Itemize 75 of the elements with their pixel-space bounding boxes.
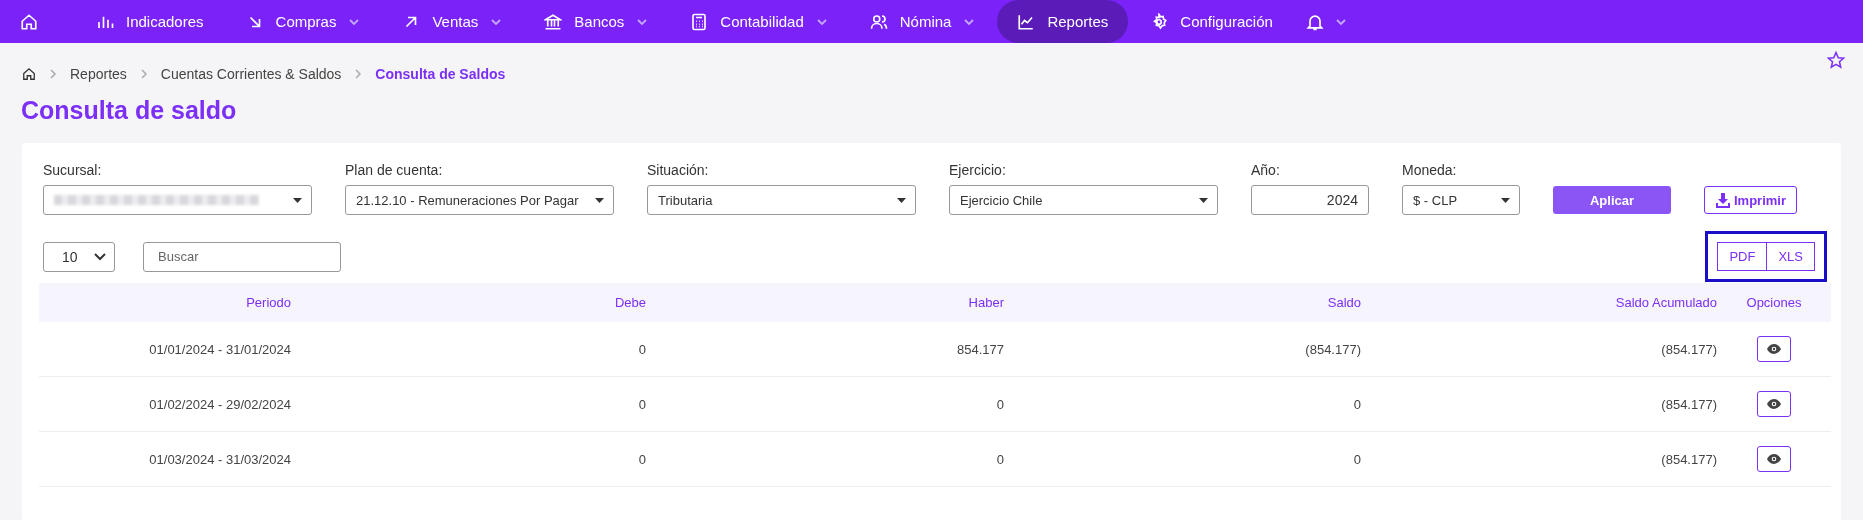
table-cell-text: (854.177) — [1660, 451, 1717, 467]
field-label: Situación: — [647, 162, 710, 178]
apply-button[interactable]: Aplicar — [1553, 186, 1671, 214]
table-cell-text: 0 — [1352, 451, 1361, 467]
nav-menu-item[interactable]: Compras — [225, 0, 381, 43]
nav-menu-item[interactable]: Bancos — [524, 0, 669, 43]
nav-menu-item[interactable]: Indicadores — [76, 0, 224, 43]
field-label: Año: — [1251, 162, 1281, 178]
table-cell-text: 01/01/2024 - 31/01/2024 — [148, 341, 291, 357]
table-cell-text: 01/03/2024 - 31/03/2024 — [148, 451, 291, 467]
table-cell-text: 854.177 — [956, 341, 1004, 357]
chevron-right-icon — [353, 69, 364, 79]
view-button[interactable] — [1757, 391, 1791, 417]
field-label: Ejercicio: — [949, 162, 1007, 178]
table-cell-text: 0 — [637, 451, 646, 467]
star-icon[interactable] — [1827, 51, 1845, 69]
eye-icon — [1767, 454, 1781, 464]
nav-menu-item[interactable]: Nómina — [849, 0, 996, 43]
input-field[interactable]: 2024 — [1251, 185, 1369, 215]
view-button[interactable] — [1757, 336, 1791, 362]
download-icon — [1715, 192, 1731, 208]
column-header: Saldo Acumulado — [1614, 295, 1717, 310]
nav-menu-item[interactable]: Ventas — [382, 0, 523, 43]
caret-icon — [595, 197, 604, 203]
column-header: Haber — [967, 295, 1004, 310]
chevron-right-icon — [48, 69, 58, 79]
table-cell-text: 0 — [995, 451, 1004, 467]
nav-menu-item[interactable]: Contabilidad — [670, 0, 848, 43]
table-cell-text: (854.177) — [1304, 341, 1361, 357]
eye-icon — [1767, 344, 1781, 354]
column-header: Opciones — [1745, 295, 1803, 310]
column-header: Periodo — [245, 295, 291, 310]
search-field[interactable]: Buscar — [143, 241, 341, 272]
view-button[interactable] — [1757, 446, 1791, 472]
eye-icon — [1767, 399, 1781, 409]
field-label: Moneda: — [1402, 162, 1458, 178]
bank-icon — [544, 12, 563, 31]
table-cell-text: (854.177) — [1660, 396, 1717, 412]
select-field[interactable]: Tributaria — [647, 185, 916, 215]
current-page-label: Consulta de Saldos — [375, 66, 506, 82]
select-field[interactable]: $ - CLP — [1402, 185, 1520, 215]
table-cell-text: 0 — [995, 396, 1004, 412]
chevron-right-icon — [138, 69, 149, 79]
nav-menu-item[interactable]: Configuración — [1130, 0, 1293, 43]
export-button[interactable]: PDF — [1717, 242, 1768, 271]
field-label: Plan de cuenta: — [345, 162, 444, 178]
column-header: Saldo — [1326, 295, 1361, 310]
gear-icon — [1150, 12, 1169, 31]
home-icon — [20, 12, 38, 31]
users-icon — [869, 12, 888, 31]
export-button[interactable]: XLS — [1767, 242, 1815, 271]
caret-icon — [1199, 197, 1208, 203]
field-label: Sucursal: — [43, 162, 103, 178]
select-field[interactable]: 21.12.10 - Remuneraciones Por Pagar — [345, 185, 614, 215]
breadcrumb-link[interactable]: Reportes — [70, 66, 127, 82]
caret-icon — [293, 197, 302, 203]
breadcrumb-link[interactable]: Cuentas Corrientes & Saldos — [160, 66, 342, 82]
home-icon[interactable] — [22, 67, 36, 81]
column-header: Debe — [613, 295, 646, 310]
nav-menu-item[interactable]: Reportes — [997, 0, 1129, 43]
select-field[interactable] — [43, 185, 312, 215]
caret-icon — [1501, 197, 1510, 203]
chevron-down-icon — [94, 252, 106, 261]
table-cell-text: 0 — [637, 341, 646, 357]
calculator-icon — [690, 12, 709, 31]
table-cell-text: 01/02/2024 - 29/02/2024 — [148, 396, 291, 412]
table-cell-text: (854.177) — [1660, 341, 1717, 357]
print-button[interactable]: Imprimir — [1704, 186, 1797, 214]
page-size-select[interactable]: 10 — [43, 241, 115, 272]
page-title: Consulta de saldo — [21, 96, 238, 125]
table-cell-text: 0 — [1352, 396, 1361, 412]
line-chart-icon — [1017, 12, 1036, 31]
caret-icon — [897, 197, 906, 203]
table-cell-text: 0 — [637, 396, 646, 412]
select-field[interactable]: Ejercicio Chile — [949, 185, 1218, 215]
